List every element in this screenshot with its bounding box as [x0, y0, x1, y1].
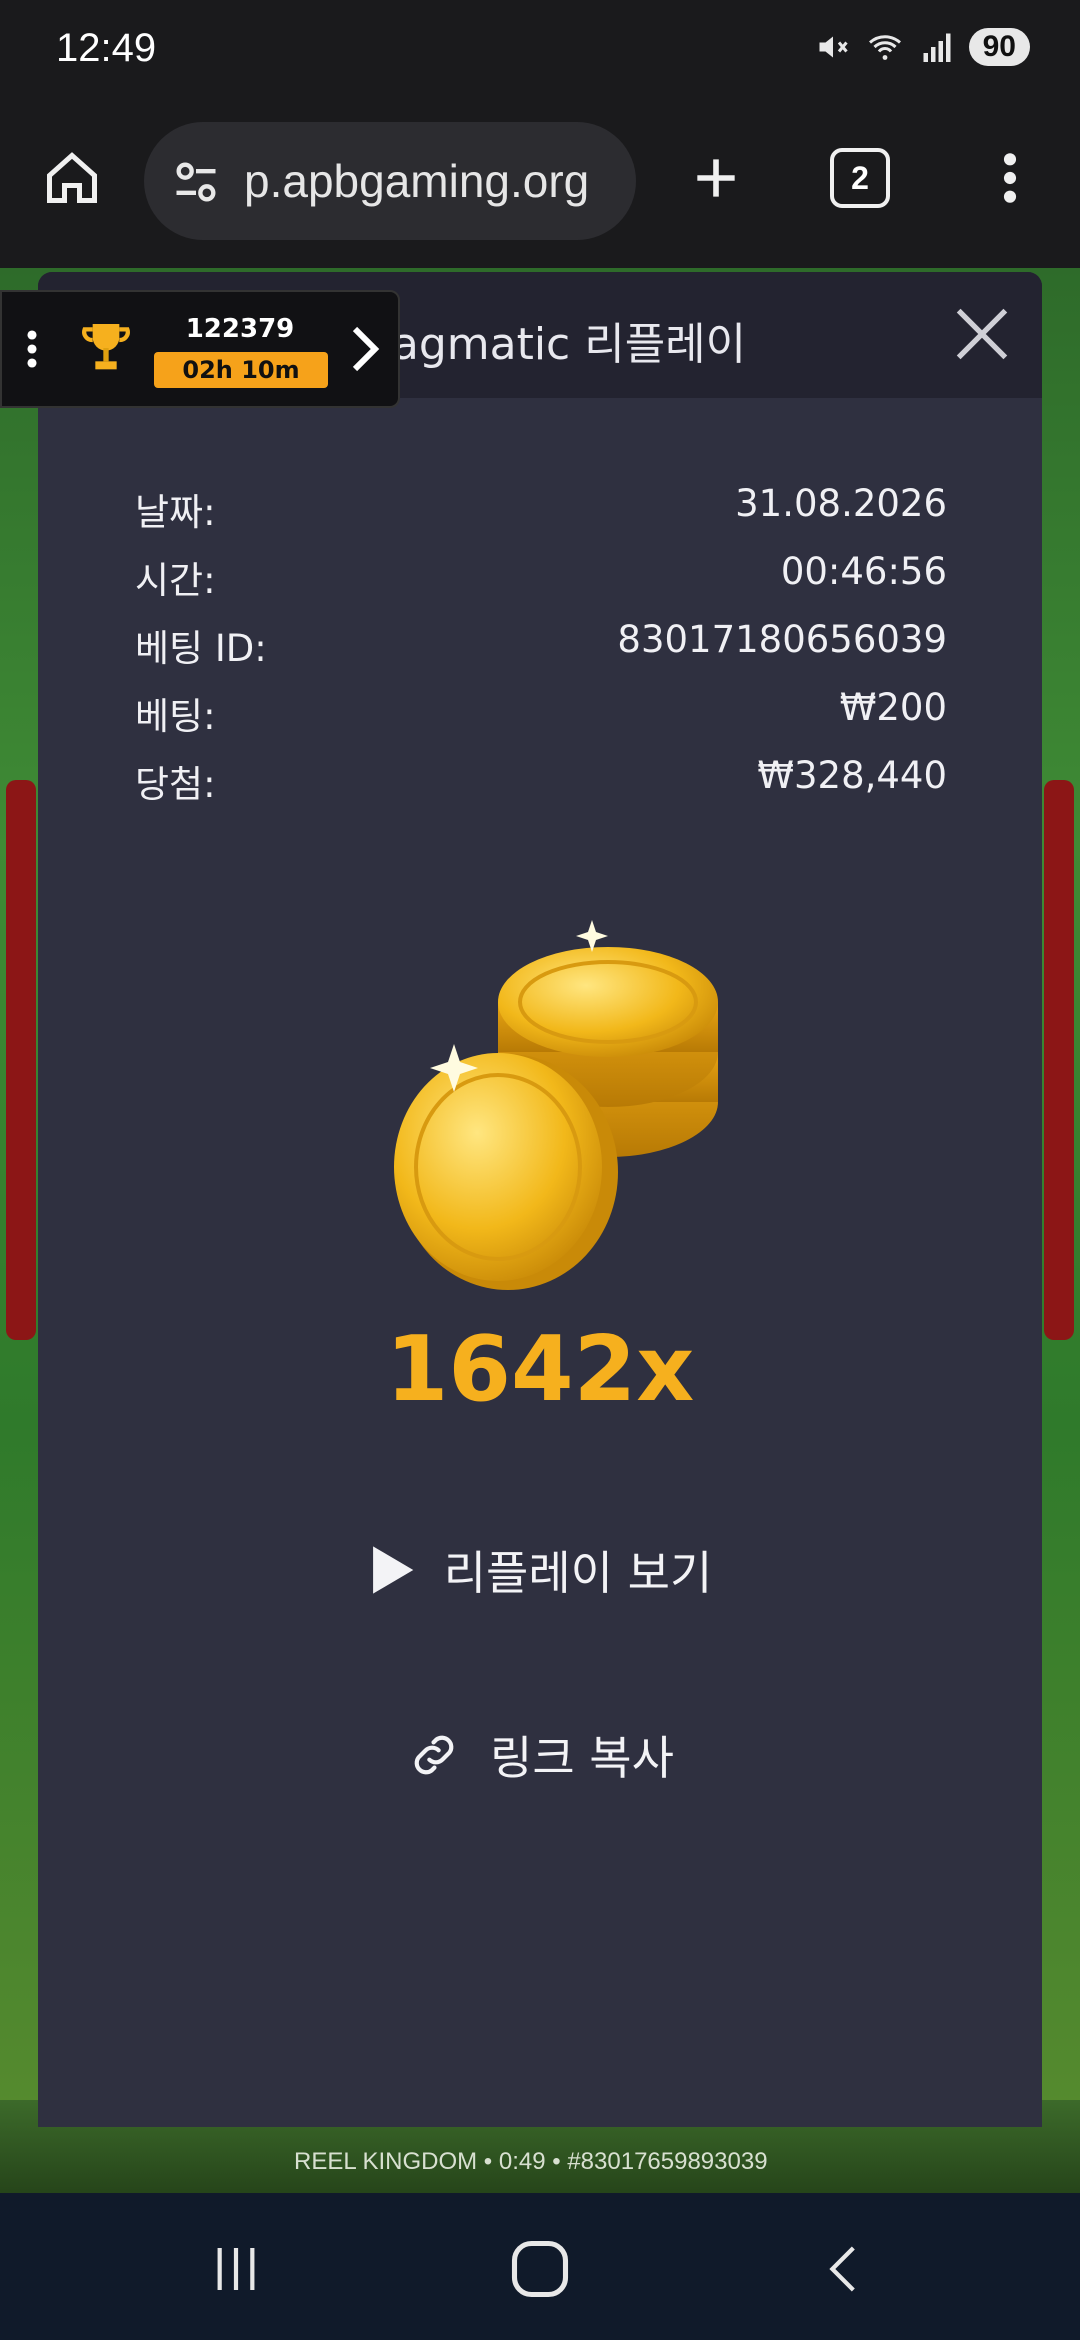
- home-button[interactable]: [36, 142, 108, 214]
- copy-link-button[interactable]: 링크 복사: [38, 1722, 1042, 1788]
- detail-label: 날짜:: [135, 491, 216, 534]
- watch-replay-button[interactable]: 리플레이 보기: [38, 1537, 1042, 1603]
- chevron-right-icon[interactable]: [348, 324, 382, 374]
- detail-label: 당첨:: [135, 763, 216, 806]
- status-icons: 90: [815, 28, 1030, 66]
- detail-value: 31.08.2026: [735, 482, 947, 525]
- signal-icon: [923, 33, 951, 62]
- mute-icon: [819, 36, 848, 58]
- detail-label: 시간:: [135, 559, 216, 602]
- url-text[interactable]: p.apbgaming.org: [244, 154, 589, 208]
- game-reel-frame-left: [6, 780, 36, 1340]
- wifi-icon: [868, 35, 901, 60]
- copy-link-label: 링크 복사: [490, 1731, 674, 1785]
- play-icon: [372, 1546, 413, 1594]
- back-nav-icon[interactable]: [816, 2239, 872, 2299]
- status-time: 12:49: [56, 26, 157, 70]
- detail-row-bet-id: 베팅 ID: 83017180656039: [135, 618, 947, 678]
- more-vert-icon: [1003, 153, 1017, 203]
- detail-value: 00:46:56: [780, 550, 947, 593]
- tournament-timer: 02h 10m: [154, 352, 328, 388]
- tab-count: 2: [851, 159, 869, 196]
- detail-row-bet: 베팅: ₩200: [135, 686, 947, 746]
- trophy-icon: [82, 324, 130, 370]
- site-settings-icon[interactable]: [170, 156, 222, 208]
- detail-label: 베팅 ID:: [135, 627, 267, 670]
- replay-modal: Pragmatic 리플레이 날짜: 31.08.2026 시간: 00:46:…: [38, 272, 1042, 2127]
- detail-row-date: 날짜: 31.08.2026: [135, 482, 947, 542]
- coins-icon: [394, 920, 718, 1290]
- browser-toolbar: p.apbgaming.org 2: [0, 100, 1080, 268]
- system-nav-bar: [0, 2193, 1080, 2340]
- tournament-widget[interactable]: 122379 02h 10m: [0, 290, 400, 408]
- new-tab-button[interactable]: [680, 142, 752, 214]
- close-icon: [956, 308, 1008, 360]
- plus-icon: [697, 159, 735, 197]
- detail-row-time: 시간: 00:46:56: [135, 550, 947, 610]
- detail-value: ₩200: [839, 686, 947, 729]
- detail-row-win: 당첨: ₩328,440: [135, 754, 947, 814]
- home-icon: [47, 152, 97, 203]
- close-button[interactable]: [942, 294, 1022, 374]
- tournament-score: 122379: [185, 314, 295, 344]
- tab-switcher-button[interactable]: 2: [830, 148, 890, 208]
- game-reel-frame-right: [1044, 780, 1074, 1340]
- browser-menu-button[interactable]: [980, 142, 1040, 214]
- game-footer-text: REEL KINGDOM • 0:49 • #83017659893039: [294, 2148, 768, 2175]
- detail-label: 베팅:: [135, 695, 216, 738]
- drag-handle-icon[interactable]: [26, 328, 38, 370]
- win-multiplier: 1642x: [385, 1317, 695, 1422]
- address-bar[interactable]: p.apbgaming.org: [144, 122, 636, 240]
- link-icon: [414, 1735, 454, 1775]
- status-bar: 12:49 90: [0, 0, 1080, 100]
- detail-value: 83017180656039: [617, 618, 947, 661]
- battery-indicator: 90: [968, 28, 1030, 66]
- home-nav-icon[interactable]: [506, 2235, 574, 2303]
- detail-value: ₩328,440: [757, 754, 947, 797]
- recent-apps-icon[interactable]: [206, 2241, 266, 2297]
- watch-replay-label: 리플레이 보기: [443, 1546, 713, 1600]
- modal-title: Pragmatic 리플레이: [348, 319, 747, 370]
